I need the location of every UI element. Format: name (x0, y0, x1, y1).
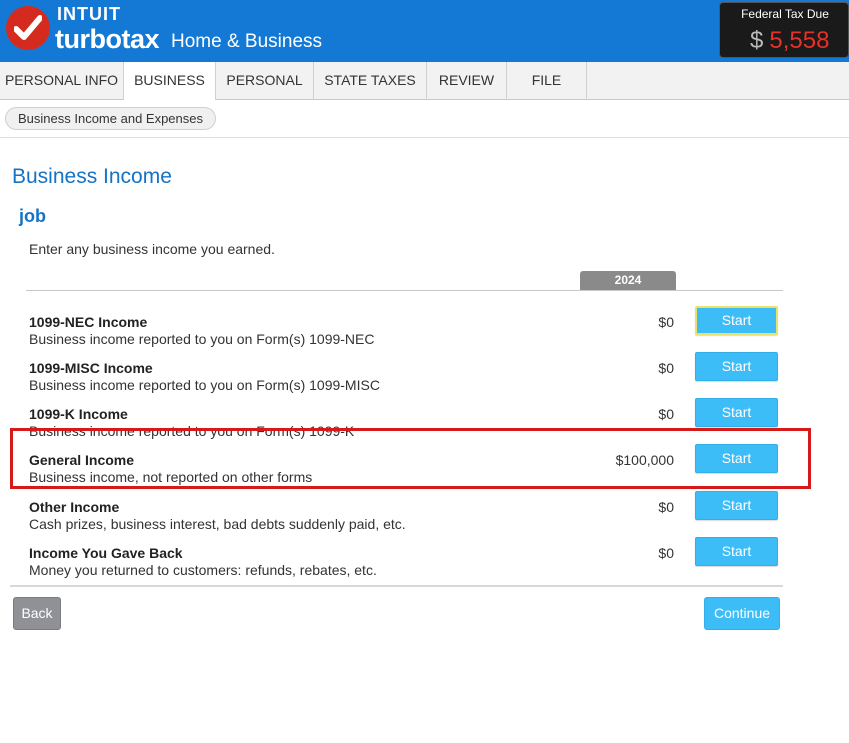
checkmark-icon (6, 6, 50, 50)
main-tabs: PERSONAL INFO BUSINESS PERSONAL STATE TA… (0, 62, 849, 100)
breadcrumb-business-income-expenses[interactable]: Business Income and Expenses (5, 107, 216, 130)
tax-due-amount: $5,558 (750, 27, 829, 55)
row-amount: $0 (658, 360, 674, 376)
tab-personal-info[interactable]: PERSONAL INFO (0, 62, 124, 100)
app-header: INTUIT turbotax Home & Business Federal … (0, 0, 849, 62)
row-description: Cash prizes, business interest, bad debt… (29, 516, 406, 532)
section-title: job (19, 206, 46, 226)
tab-state-taxes[interactable]: STATE TAXES (314, 62, 427, 100)
row-title: Other Income (29, 499, 120, 515)
start-button-general-income[interactable]: Start (695, 444, 778, 473)
row-description: Business income reported to you on Form(… (29, 423, 355, 439)
row-title: General Income (29, 452, 135, 468)
breadcrumb: Business Income and Expenses (0, 100, 849, 138)
row-description: Business income reported to you on Form(… (29, 331, 375, 347)
intro-text: Enter any business income you earned. (29, 241, 275, 257)
row-amount: $0 (658, 545, 674, 561)
row-title: 1099-MISC Income (29, 360, 153, 376)
divider (26, 290, 783, 291)
divider (10, 585, 783, 587)
tab-review[interactable]: REVIEW (427, 62, 507, 100)
tab-personal[interactable]: PERSONAL (216, 62, 314, 100)
page-title: Business Income (12, 165, 172, 188)
row-description: Business income, not reported on other f… (29, 469, 313, 485)
row-description: Money you returned to customers: refunds… (29, 562, 377, 578)
row-title: 1099-NEC Income (29, 314, 148, 330)
start-button-income-gave-back[interactable]: Start (695, 537, 778, 566)
tax-due-label: Federal Tax Due (741, 7, 829, 21)
start-button-1099-k[interactable]: Start (695, 398, 778, 427)
continue-button[interactable]: Continue (704, 597, 780, 630)
start-button-1099-misc[interactable]: Start (695, 352, 778, 381)
brand-product: Home & Business (171, 31, 323, 52)
row-amount: $0 (658, 406, 674, 422)
tab-business[interactable]: BUSINESS (124, 62, 216, 100)
year-column-header: 2024 (580, 271, 676, 290)
start-button-1099-nec[interactable]: Start (695, 306, 778, 335)
brand-intuit: INTUIT (57, 4, 121, 24)
brand-turbotax: turbotax (55, 24, 160, 54)
row-amount: $0 (658, 314, 674, 330)
row-description: Business income reported to you on Form(… (29, 377, 380, 393)
federal-tax-due-widget[interactable]: Federal Tax Due $5,558 (719, 2, 849, 58)
row-title: Income You Gave Back (29, 545, 183, 561)
back-button[interactable]: Back (13, 597, 61, 630)
tab-file[interactable]: FILE (507, 62, 587, 100)
row-title: 1099-K Income (29, 406, 128, 422)
row-amount: $100,000 (615, 452, 674, 468)
tax-due-value: 5,558 (769, 27, 830, 54)
tax-due-currency: $ (750, 27, 764, 54)
row-amount: $0 (658, 499, 674, 515)
start-button-other-income[interactable]: Start (695, 491, 778, 520)
